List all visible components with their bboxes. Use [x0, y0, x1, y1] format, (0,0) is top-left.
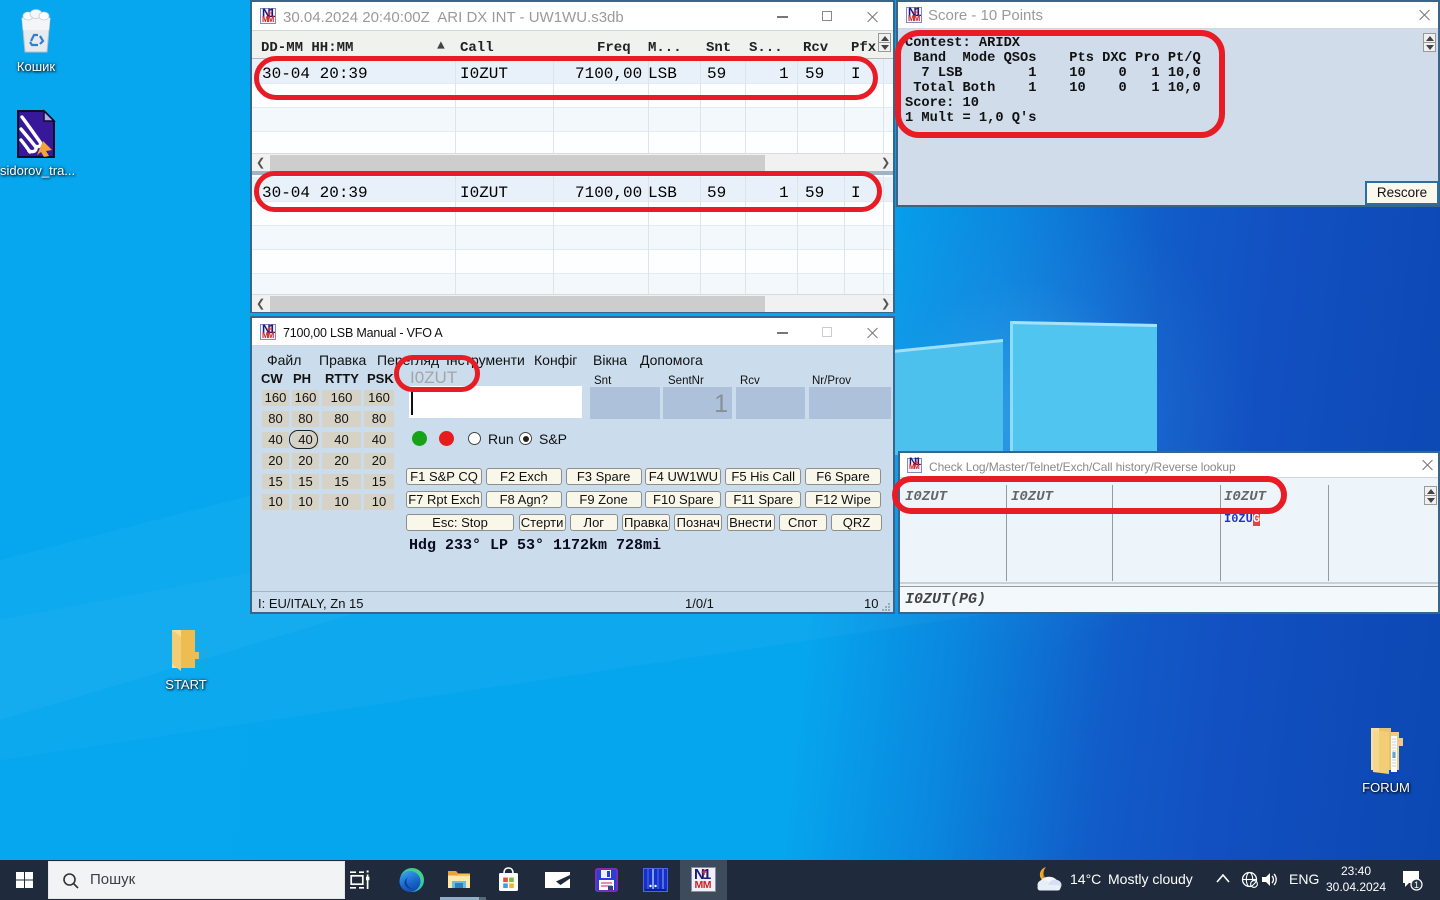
- svg-text:1: 1: [1414, 880, 1419, 890]
